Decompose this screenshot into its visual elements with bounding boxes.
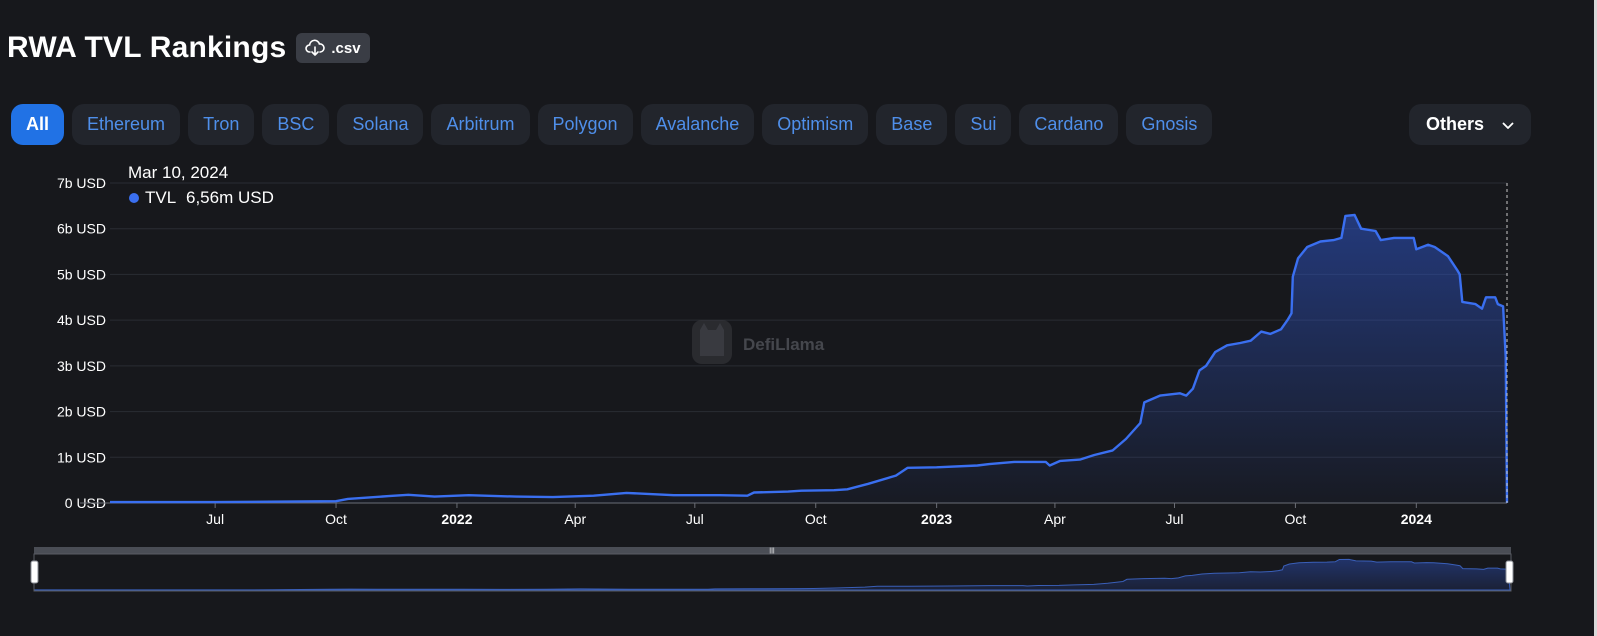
tab-avalanche[interactable]: Avalanche [640, 104, 755, 145]
tab-optimism[interactable]: Optimism [762, 104, 869, 145]
chevron-down-icon [1502, 114, 1514, 135]
x-axis: Jul Oct 2022 Apr Jul Oct 2023 Apr Jul Oct 2024 [80, 502, 1507, 527]
x-tick-label: Jul [1166, 511, 1184, 527]
range-slider[interactable]: ||| [30, 547, 1514, 592]
y-tick-label: 7b USD [57, 175, 106, 191]
y-tick-label: 3b USD [57, 358, 106, 374]
tab-ethereum[interactable]: Ethereum [72, 104, 181, 145]
tab-base[interactable]: Base [876, 104, 948, 145]
tab-all[interactable]: All [11, 104, 65, 145]
y-tick-label: 1b USD [57, 449, 106, 465]
y-tick-label: 4b USD [57, 312, 106, 328]
tab-polygon[interactable]: Polygon [537, 104, 633, 145]
page: 0 USD 1b USD 2b USD 3b USD 4b USD 5b USD 6b US… [0, 0, 1597, 636]
y-tick-label: 2b USD [57, 404, 106, 420]
tooltip-series-marker [129, 193, 139, 203]
tab-arbitrum[interactable]: Arbitrum [431, 104, 530, 145]
tab-bsc[interactable]: BSC [262, 104, 330, 145]
y-tick-label: 6b USD [57, 221, 106, 237]
tab-cardano[interactable]: Cardano [1019, 104, 1119, 145]
tab-gnosis[interactable]: Gnosis [1126, 104, 1213, 145]
header: RWA TVL Rankings .csv [7, 31, 370, 65]
page-scrollbar[interactable] [1566, 0, 1597, 636]
y-tick-label: 5b USD [57, 266, 106, 282]
download-csv-button[interactable]: .csv [296, 33, 370, 63]
x-tick-label: Apr [564, 511, 586, 527]
x-tick-label: Oct [1285, 511, 1307, 527]
y-axis: 0 USD1b USD2b USD3b USD4b USD5b USD6b US… [57, 175, 106, 511]
chain-tabs: All Ethereum Tron BSC Solana Arbitrum Po… [11, 104, 1213, 145]
tooltip-date: Mar 10, 2024 [128, 163, 228, 182]
chart[interactable]: 0 USD1b USD2b USD3b USD4b USD5b USD6b US… [0, 0, 1597, 636]
slider-left-handle[interactable] [30, 560, 39, 584]
cloud-download-icon [305, 39, 326, 57]
others-dropdown[interactable]: Others [1409, 104, 1531, 145]
x-tick-label: Apr [1044, 511, 1066, 527]
tab-tron[interactable]: Tron [188, 104, 255, 145]
x-tick-label: Oct [325, 511, 347, 527]
x-tick-label: 2022 [441, 511, 472, 527]
tab-solana[interactable]: Solana [337, 104, 424, 145]
slider-preview-area [34, 558, 1511, 591]
tooltip: Mar 10, 2024 TVL 6,56m USD [128, 163, 274, 207]
watermark-text: DefiLlama [743, 335, 825, 354]
x-tick-label: Jul [686, 511, 704, 527]
tooltip-value: 6,56m USD [186, 188, 274, 207]
page-title: RWA TVL Rankings [7, 31, 287, 64]
x-tick-label: 2024 [1401, 511, 1432, 527]
x-tick-label: 2023 [921, 511, 952, 527]
x-tick-label: Jul [206, 511, 224, 527]
tooltip-series-name: TVL [145, 188, 176, 207]
slider-right-handle[interactable] [1505, 560, 1514, 584]
watermark: DefiLlama [692, 320, 825, 364]
x-tick-label: Oct [805, 511, 827, 527]
tab-sui[interactable]: Sui [955, 104, 1012, 145]
csv-label: .csv [331, 39, 361, 57]
others-label: Others [1425, 114, 1485, 134]
